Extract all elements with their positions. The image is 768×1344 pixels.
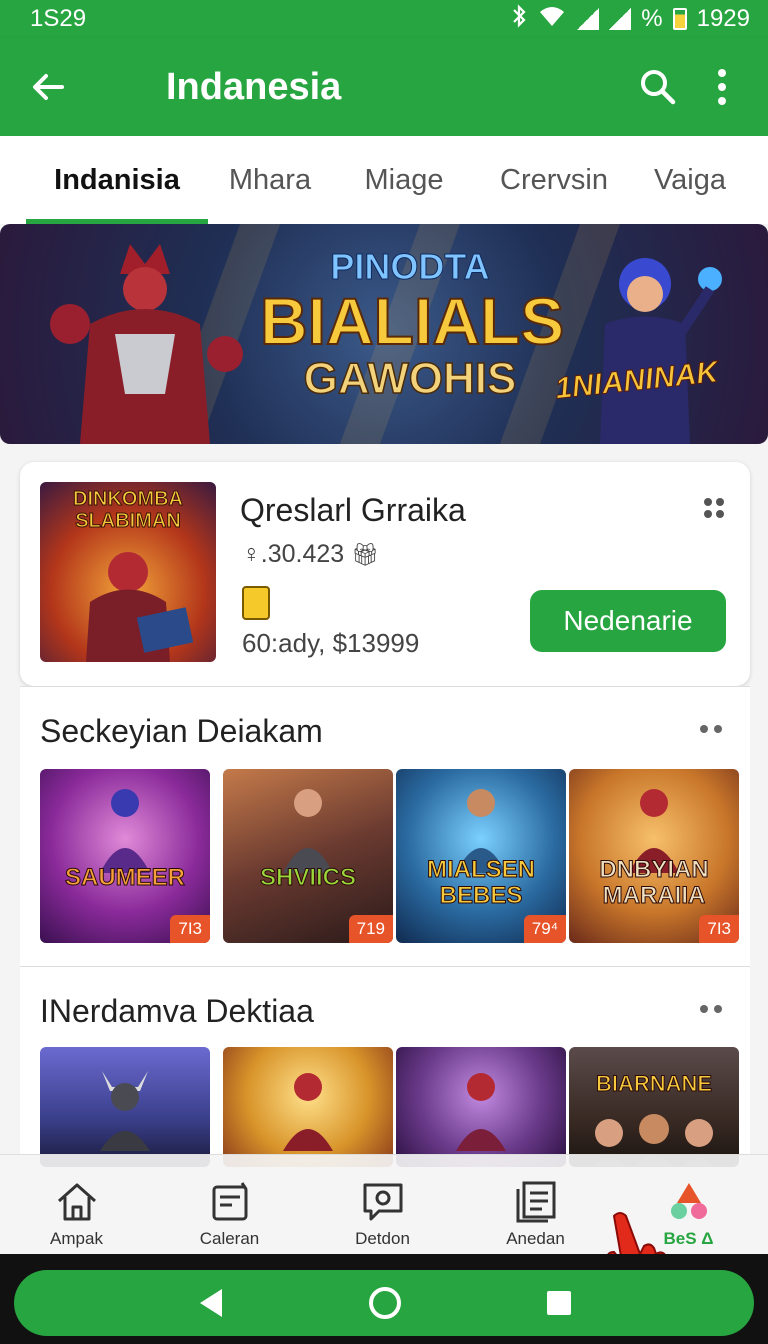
battery-icon [672, 8, 687, 30]
game-tile-title: SAUMEER [64, 864, 185, 891]
thumbnail-hero-illustration [86, 552, 194, 662]
gift-icon: 🎁︎ [351, 542, 380, 567]
arrow-left-icon [33, 74, 64, 100]
game-character-illustration [100, 789, 150, 873]
app-bar: Indanesia [0, 38, 768, 136]
game-tile[interactable]: DNBYIAN MARAIIA 7I3 [569, 769, 739, 943]
nav-label: Anedan [506, 1229, 565, 1248]
nav-anedan[interactable]: Anedan [459, 1155, 612, 1255]
game-tile[interactable] [40, 1047, 210, 1167]
game-character-illustration [100, 1071, 150, 1151]
game-tile[interactable]: SAUMEER 7I3 [40, 769, 210, 943]
system-recents-button[interactable] [514, 1270, 604, 1336]
game-tile-title: SHVIICS [259, 864, 357, 891]
banner-title-line1: PINODTA [330, 246, 490, 288]
overflow-menu-button[interactable] [690, 38, 754, 136]
calendar-icon [212, 1182, 247, 1221]
featured-game-title: Qreslarl Grraika [240, 492, 466, 528]
game-tile[interactable] [223, 1047, 393, 1167]
list-icon [516, 1181, 555, 1223]
game-tile-title: DNBYIAN MARAIIA [599, 856, 709, 909]
game-tile-badge: 7I3 [170, 915, 210, 943]
status-bar: 1S29 % 1929 [0, 0, 768, 38]
app-title: Indanesia [166, 65, 342, 108]
game-character-illustration [283, 789, 333, 873]
circle-home-icon [369, 1287, 401, 1319]
system-home-button[interactable] [340, 1270, 430, 1336]
nav-caleran[interactable]: Caleran [153, 1155, 306, 1255]
status-icons: % 1929 [511, 3, 750, 35]
section-title: INerdamva Dektiaa [40, 993, 314, 1029]
game-tile[interactable] [396, 1047, 566, 1167]
tab-indanisia[interactable]: Indanisia [26, 136, 208, 224]
banner-title-line3: GAWOHIS [303, 353, 517, 404]
game-tile[interactable]: BIARNANE [569, 1047, 739, 1167]
nav-label: Caleran [199, 1229, 260, 1248]
game-tile-badge: 79⁴ [523, 915, 566, 943]
bluetooth-icon [511, 3, 527, 35]
featured-game-price: 60:ady, $13999 [242, 628, 420, 658]
featured-game-meta: ♀.30.423 🎁︎ [242, 540, 379, 569]
signal-icon [577, 8, 600, 30]
section-more-icon[interactable] [700, 1005, 724, 1013]
featured-game-meta-text: ♀.30.423 [242, 540, 345, 568]
game-character-illustration [283, 1073, 333, 1151]
section-inerdamva: INerdamva Dektiaa BIARNANE [20, 966, 750, 1167]
game-tile-badge: 719 [348, 915, 393, 943]
section-title: Seckeyian Deiakam [40, 713, 323, 749]
document-icon [242, 586, 270, 620]
back-button[interactable] [0, 38, 96, 136]
tab-miage[interactable]: Miage [332, 136, 476, 224]
game-tile-badge: 7I3 [699, 915, 739, 943]
game-character-illustration [456, 1073, 506, 1151]
tab-crervsin[interactable]: Crervsin [476, 136, 632, 224]
hero-warrior-illustration [50, 244, 243, 444]
nav-label: Detdon [355, 1229, 410, 1248]
game-tile-title: MIALSEN BEBES [427, 856, 536, 909]
featured-game-card[interactable]: DINKOMBA SLABIMAN Qreslarl Grraika ♀.30.… [20, 462, 750, 686]
signal-icon-2 [609, 8, 632, 30]
banner-title-line2: BIALIALS [259, 284, 565, 358]
hero-heroine-illustration [600, 258, 722, 444]
nav-ampak[interactable]: Ampak [0, 1155, 153, 1255]
promo-banner[interactable]: PINODTA BIALIALS GAWOHIS 1NIANINAK [0, 224, 768, 444]
tab-vaiga[interactable]: Vaiga [632, 136, 748, 224]
game-tile-title: BIARNANE [595, 1071, 713, 1097]
system-back-button[interactable] [166, 1270, 256, 1336]
square-recents-icon [547, 1291, 571, 1315]
game-tile[interactable]: MIALSEN BEBES 79⁴ [396, 769, 566, 943]
nav-label: Ampak [50, 1229, 103, 1248]
triangle-back-icon [200, 1289, 222, 1317]
game-tile[interactable]: SHVIICS 719 [223, 769, 393, 943]
more-vert-icon [718, 69, 726, 105]
section-more-icon[interactable] [700, 725, 724, 733]
status-time-left: 1S29 [30, 5, 87, 32]
featured-game-thumbnail: DINKOMBA SLABIMAN [40, 482, 216, 662]
system-navigation [0, 1254, 768, 1344]
screen: 1S29 % 1929 Indanesia Indanisia Mhara Mi… [0, 0, 768, 1344]
home-icon [57, 1183, 96, 1221]
section-seckeyian: Seckeyian Deiakam SAUMEER 7I3 SHVIICS 71… [20, 686, 750, 966]
wifi-icon [537, 4, 567, 35]
search-button[interactable] [626, 38, 690, 136]
status-time-right: 1929 [696, 5, 750, 32]
system-nav-bar [14, 1270, 754, 1336]
battery-percent: % [641, 5, 663, 32]
search-icon [641, 70, 676, 105]
featured-game-button[interactable]: Nedenarie [530, 590, 726, 652]
nav-detdon[interactable]: Detdon [306, 1155, 459, 1255]
tab-mhara[interactable]: Mhara [208, 136, 332, 224]
chat-icon [363, 1183, 402, 1221]
banner-title: PINODTA BIALIALS GAWOHIS [259, 246, 565, 404]
tab-bar: Indanisia Mhara Miage Crervsin Vaiga [0, 136, 768, 224]
card-options-icon[interactable] [704, 498, 726, 520]
